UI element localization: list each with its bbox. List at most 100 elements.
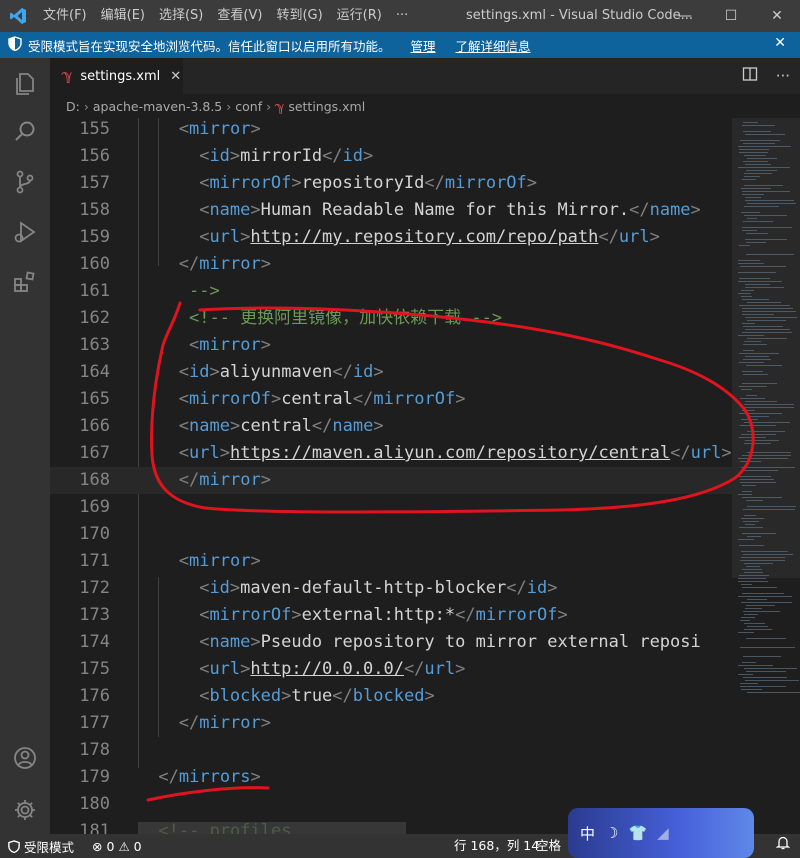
ime-toolbar[interactable]: 中 ☽ 👕 ◢ [568,808,754,858]
code-line[interactable]: 179 </mirrors> [50,764,732,791]
banner-learn-more-link[interactable]: 了解详细信息 [456,36,531,55]
minimap-line [742,497,782,498]
banner-close-icon[interactable]: ✕ [774,35,786,51]
minimap-line [747,626,768,627]
code-token-tag: url [618,227,650,247]
breadcrumb-file[interactable]: settings.xml [288,99,365,114]
code-line[interactable]: 175 <url>http://0.0.0.0/</url> [50,656,732,683]
code-line[interactable]: 157 <mirrorOf>repositoryId</mirrorOf> [50,170,732,197]
menu-view[interactable]: 查看(V) [210,0,269,32]
xml-file-icon: ℽ [275,98,285,114]
code-line[interactable]: 158 <name>Human Readable Name for this Mi… [50,197,732,224]
code-line[interactable]: 171 <mirror> [50,548,732,575]
code-text: <mirrorOf>central</mirrorOf> [179,386,466,413]
menu-selection[interactable]: 选择(S) [152,0,210,32]
minimap-line [740,398,765,399]
code-text: <url>http://my.repository.com/repo/path<… [199,224,660,251]
minimap-line [746,500,763,501]
more-actions-icon[interactable]: ··· [776,67,790,85]
code-text: </mirrors> [158,764,260,791]
minimap-line [744,176,760,177]
problems-status[interactable]: ⊗ 0 ⚠ 0 [92,839,142,854]
line-number: 162 [79,308,110,328]
code-line[interactable]: 168 </mirror> [50,467,732,494]
extensions-icon[interactable] [11,268,39,296]
menu-file[interactable]: 文件(F) [36,0,94,32]
minimap-line [738,458,788,459]
code-line[interactable]: 159 <url>http://my.repository.com/repo/pa… [50,224,732,251]
code-line[interactable]: 166 <name>central</name> [50,413,732,440]
menu-go[interactable]: 转到(G) [269,0,329,32]
minimap-line [746,254,794,255]
split-editor-icon[interactable] [742,66,758,86]
minimap-line [740,461,761,462]
minimap-line [744,422,790,423]
minimap-line [739,305,790,306]
cursor-position[interactable]: 行 168，列 14 [454,834,539,858]
code-line[interactable]: 167 <url>https://maven.aliyun.com/reposit… [50,440,732,467]
code-line[interactable]: 174 <name>Pseudo repository to mirror ext… [50,629,732,656]
menu-more[interactable]: ··· [389,0,415,32]
code-token-tag: url [424,659,456,679]
minimap[interactable] [732,118,800,834]
code-token-tag: url [690,443,722,463]
ime-moon-icon[interactable]: ☽ [605,824,618,842]
code-token-pun: < [178,362,190,382]
minimap-line [741,290,754,291]
indentation-status[interactable]: 空格 [536,834,561,858]
code-line[interactable]: 169 [50,494,732,521]
minimap-line [741,689,762,690]
minimap-line [745,164,771,165]
code-editor[interactable]: 155 <mirror> 156 <id>mirrorId</id> 157 <mirro… [50,118,732,834]
source-control-icon[interactable] [11,168,39,196]
code-line[interactable]: 176 <blocked>true</blocked> [50,683,732,710]
explorer-icon[interactable] [11,70,39,98]
minimap-line [745,317,797,318]
close-window-button[interactable]: ✕ [754,0,800,32]
code-line[interactable]: 173 <mirrorOf>external:http:*</mirrorOf> [50,602,732,629]
code-line[interactable]: 163 <mirror> [50,332,732,359]
code-token-pun: > [250,119,261,139]
breadcrumb-folder-maven[interactable]: apache-maven-3.8.5 [93,99,222,114]
code-line[interactable]: 162 <!-- 更换阿里镜像，加快依赖下载 --> [50,305,732,332]
code-token-pun: > [209,362,220,382]
code-line[interactable]: 156 <id>mirrorId</id> [50,143,732,170]
notification-bell-icon[interactable] [775,834,791,858]
menu-edit[interactable]: 编辑(E) [94,0,152,32]
code-line[interactable]: 172 <id>maven-default-http-blocker</id> [50,575,732,602]
restricted-mode-status[interactable]: 受限模式 [0,837,82,856]
settings-gear-icon[interactable] [11,796,39,824]
code-line[interactable]: 155 <mirror> [50,118,732,143]
code-line[interactable]: 170 [50,521,732,548]
run-debug-icon[interactable] [11,218,39,246]
minimap-line [747,320,786,321]
ime-language-label[interactable]: 中 [580,823,595,844]
tab-close-icon[interactable]: ✕ [170,69,181,84]
minimap-line [741,467,795,468]
maximize-button[interactable]: ☐ [708,0,754,32]
search-icon[interactable] [11,118,39,146]
ime-shirt-icon[interactable]: 👕 [628,824,647,842]
breadcrumb-drive[interactable]: D: [66,99,80,114]
minimap-line [738,260,760,261]
minimap-line [742,410,755,411]
horizontal-scrollbar[interactable] [138,822,406,834]
code-line[interactable]: 161 --> [50,278,732,305]
minimap-line [743,122,758,123]
code-line[interactable]: 177 </mirror> [50,710,732,737]
code-line[interactable]: 160 </mirror> [50,251,732,278]
code-line[interactable]: 178 [50,737,732,764]
breadcrumb-folder-conf[interactable]: conf [235,99,262,114]
code-line[interactable]: 165 <mirrorOf>central</mirrorOf> [50,386,732,413]
minimap-line [741,188,771,189]
restricted-mode-banner: 受限模式旨在实现安全地浏览代码。信任此窗口以启用所有功能。 管理 了解详细信息 … [0,32,800,58]
minimize-button[interactable]: — [662,0,708,32]
account-icon[interactable] [11,744,39,772]
minimap-line [743,131,771,132]
code-line[interactable]: 164 <id>aliyunmaven</id> [50,359,732,386]
banner-manage-link[interactable]: 管理 [411,36,436,55]
minimap-line [745,401,777,402]
line-number: 164 [79,362,110,382]
tab-settings-xml[interactable]: ℽ settings.xml ✕ [50,58,183,94]
menu-run[interactable]: 运行(R) [330,0,389,32]
